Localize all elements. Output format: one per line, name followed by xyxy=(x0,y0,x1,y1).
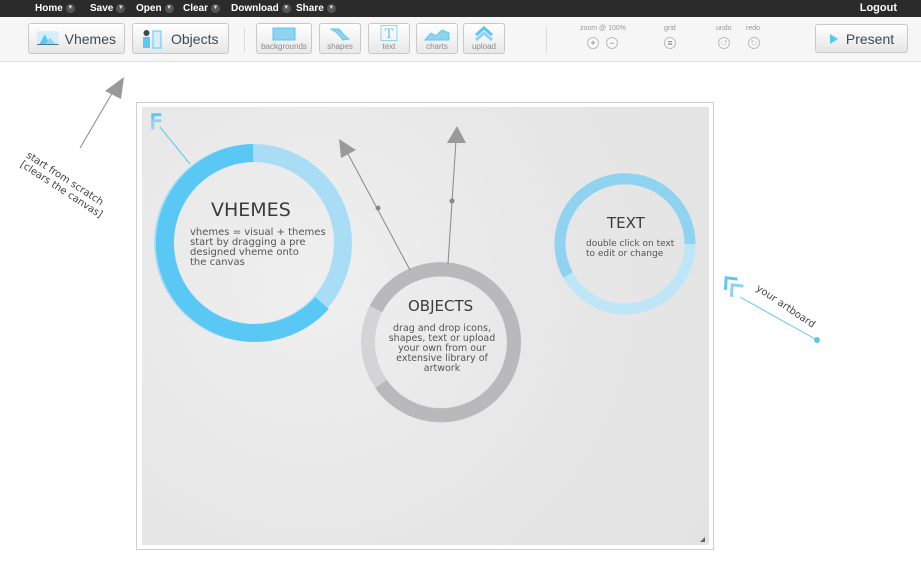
menu-share[interactable]: Share ▼ xyxy=(296,0,336,17)
text-title[interactable]: TEXT xyxy=(607,214,645,232)
charts-label: charts xyxy=(426,42,448,51)
objects-description[interactable]: drag and drop icons, shapes, text or upl… xyxy=(381,324,503,374)
backgrounds-label: backgrounds xyxy=(261,42,307,51)
backgrounds-icon xyxy=(272,27,296,41)
present-button[interactable]: Present xyxy=(815,24,908,53)
objects-button[interactable]: Objects xyxy=(132,23,229,54)
shapes-button[interactable]: shapes xyxy=(319,23,361,54)
vhemes-description[interactable]: vhemes = visual + themes start by draggi… xyxy=(190,228,326,268)
start-scratch-arrow xyxy=(79,77,124,149)
menu-save-label: Save xyxy=(90,3,114,14)
menu-download[interactable]: Download ▼ xyxy=(231,0,291,17)
undo-label: undo xyxy=(716,25,732,32)
play-icon xyxy=(829,33,838,44)
grid-toggle-button[interactable]: ≡ xyxy=(664,37,676,49)
backgrounds-button[interactable]: backgrounds xyxy=(256,23,312,54)
redo-label: redo xyxy=(746,25,761,32)
text-desc-line: to edit or change xyxy=(586,249,664,259)
menu-download-label: Download xyxy=(231,3,279,14)
menu-home-label: Home xyxy=(35,3,63,14)
menu-share-label: Share xyxy=(296,3,324,14)
zoom-out-button[interactable]: − xyxy=(606,37,618,49)
upload-label: upload xyxy=(471,42,497,51)
text-button[interactable]: T text xyxy=(368,23,410,54)
grid-label: grid xyxy=(664,25,676,32)
shapes-icon xyxy=(329,28,351,41)
upload-icon xyxy=(475,26,493,41)
vhemes-title[interactable]: VHEMES xyxy=(211,199,291,221)
objects-icon xyxy=(143,29,162,48)
text-desc-line: double click on text xyxy=(586,239,675,249)
start-scratch-annotation: start from scratch [clears the canvas] xyxy=(18,150,110,221)
menu-clear[interactable]: Clear ▼ xyxy=(183,0,221,17)
chevron-down-icon: ▼ xyxy=(211,4,221,13)
your-artboard-annotation: your artboard xyxy=(753,283,817,331)
vhemes-button-label: Vhemes xyxy=(64,30,116,47)
resize-handle[interactable] xyxy=(700,537,705,542)
svg-text:T: T xyxy=(385,27,394,41)
menu-open-label: Open xyxy=(136,3,162,14)
present-button-label: Present xyxy=(845,30,895,47)
upload-button[interactable]: upload xyxy=(463,23,505,54)
redo-button[interactable]: ↻ xyxy=(748,37,760,49)
chevron-down-icon: ▼ xyxy=(65,4,75,13)
menu-bar: Home ▼ Save ▼ Open ▼ Clear ▼ Download ▼ Share… xyxy=(0,0,921,17)
chevron-down-icon: ▼ xyxy=(281,4,291,13)
zoom-label: zoom @ 100% xyxy=(580,25,627,32)
menu-save[interactable]: Save ▼ xyxy=(90,0,126,17)
charts-icon xyxy=(424,29,450,41)
chevron-down-icon: ▼ xyxy=(164,4,174,13)
objects-desc-line: artwork xyxy=(423,363,461,374)
menu-home[interactable]: Home ▼ xyxy=(35,0,75,17)
text-description[interactable]: double click on text to edit or change xyxy=(586,239,674,259)
vhemes-desc-line: the canvas xyxy=(190,257,245,268)
logout-link[interactable]: Logout xyxy=(860,0,897,17)
chevron-down-icon: ▼ xyxy=(326,4,336,13)
undo-button[interactable]: ↺ xyxy=(718,37,730,49)
objects-button-label: Objects xyxy=(171,30,219,47)
toolbar-divider xyxy=(244,27,245,53)
chevron-down-icon: ▼ xyxy=(116,4,126,13)
menu-open[interactable]: Open ▼ xyxy=(136,0,174,17)
charts-button[interactable]: charts xyxy=(416,23,458,54)
zoom-in-button[interactable]: + xyxy=(587,37,599,49)
toolbar-divider xyxy=(546,27,547,53)
text-icon: T xyxy=(380,25,398,41)
shapes-label: shapes xyxy=(327,42,353,51)
menu-clear-label: Clear xyxy=(183,3,209,14)
toolbar: Vhemes Objects backgrounds shapes T text… xyxy=(0,17,921,62)
vhemes-button[interactable]: Vhemes xyxy=(28,23,125,54)
vhemes-icon xyxy=(37,30,59,47)
text-label: text xyxy=(382,42,396,51)
your-artboard-arrow xyxy=(723,276,820,343)
objects-title[interactable]: OBJECTS xyxy=(408,297,473,315)
